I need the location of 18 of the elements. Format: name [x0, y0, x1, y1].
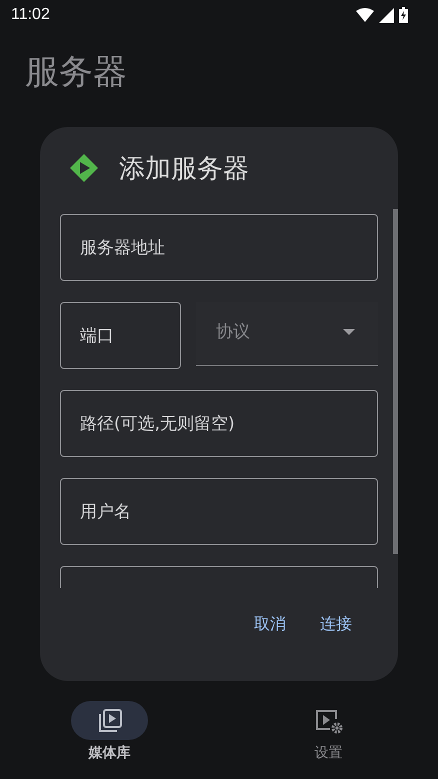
nav-tab[interactable]: 媒体库: [0, 685, 219, 779]
caret-icon: [343, 328, 355, 334]
battery-icon: [399, 7, 408, 23]
input-field[interactable]: 服务器地址: [60, 214, 378, 281]
input-field[interactable]: 端口: [60, 302, 181, 369]
dialog-title: 添加服务器: [119, 152, 249, 186]
video-settings-icon: [314, 708, 342, 734]
wifi-icon: [356, 8, 374, 22]
nav-tab[interactable]: 设置: [219, 685, 438, 779]
page-title: 服务器: [25, 55, 128, 89]
input-field[interactable]: 用户名: [60, 478, 378, 545]
status-time: 11:02: [11, 6, 50, 24]
input-field[interactable]: 路径(可选,无则留空): [60, 390, 378, 457]
signal-icon: [379, 8, 394, 22]
text-button[interactable]: 连接: [314, 606, 358, 643]
logo-icon: [69, 153, 99, 183]
library-icon: [96, 708, 122, 734]
text-button[interactable]: 取消: [248, 606, 292, 643]
